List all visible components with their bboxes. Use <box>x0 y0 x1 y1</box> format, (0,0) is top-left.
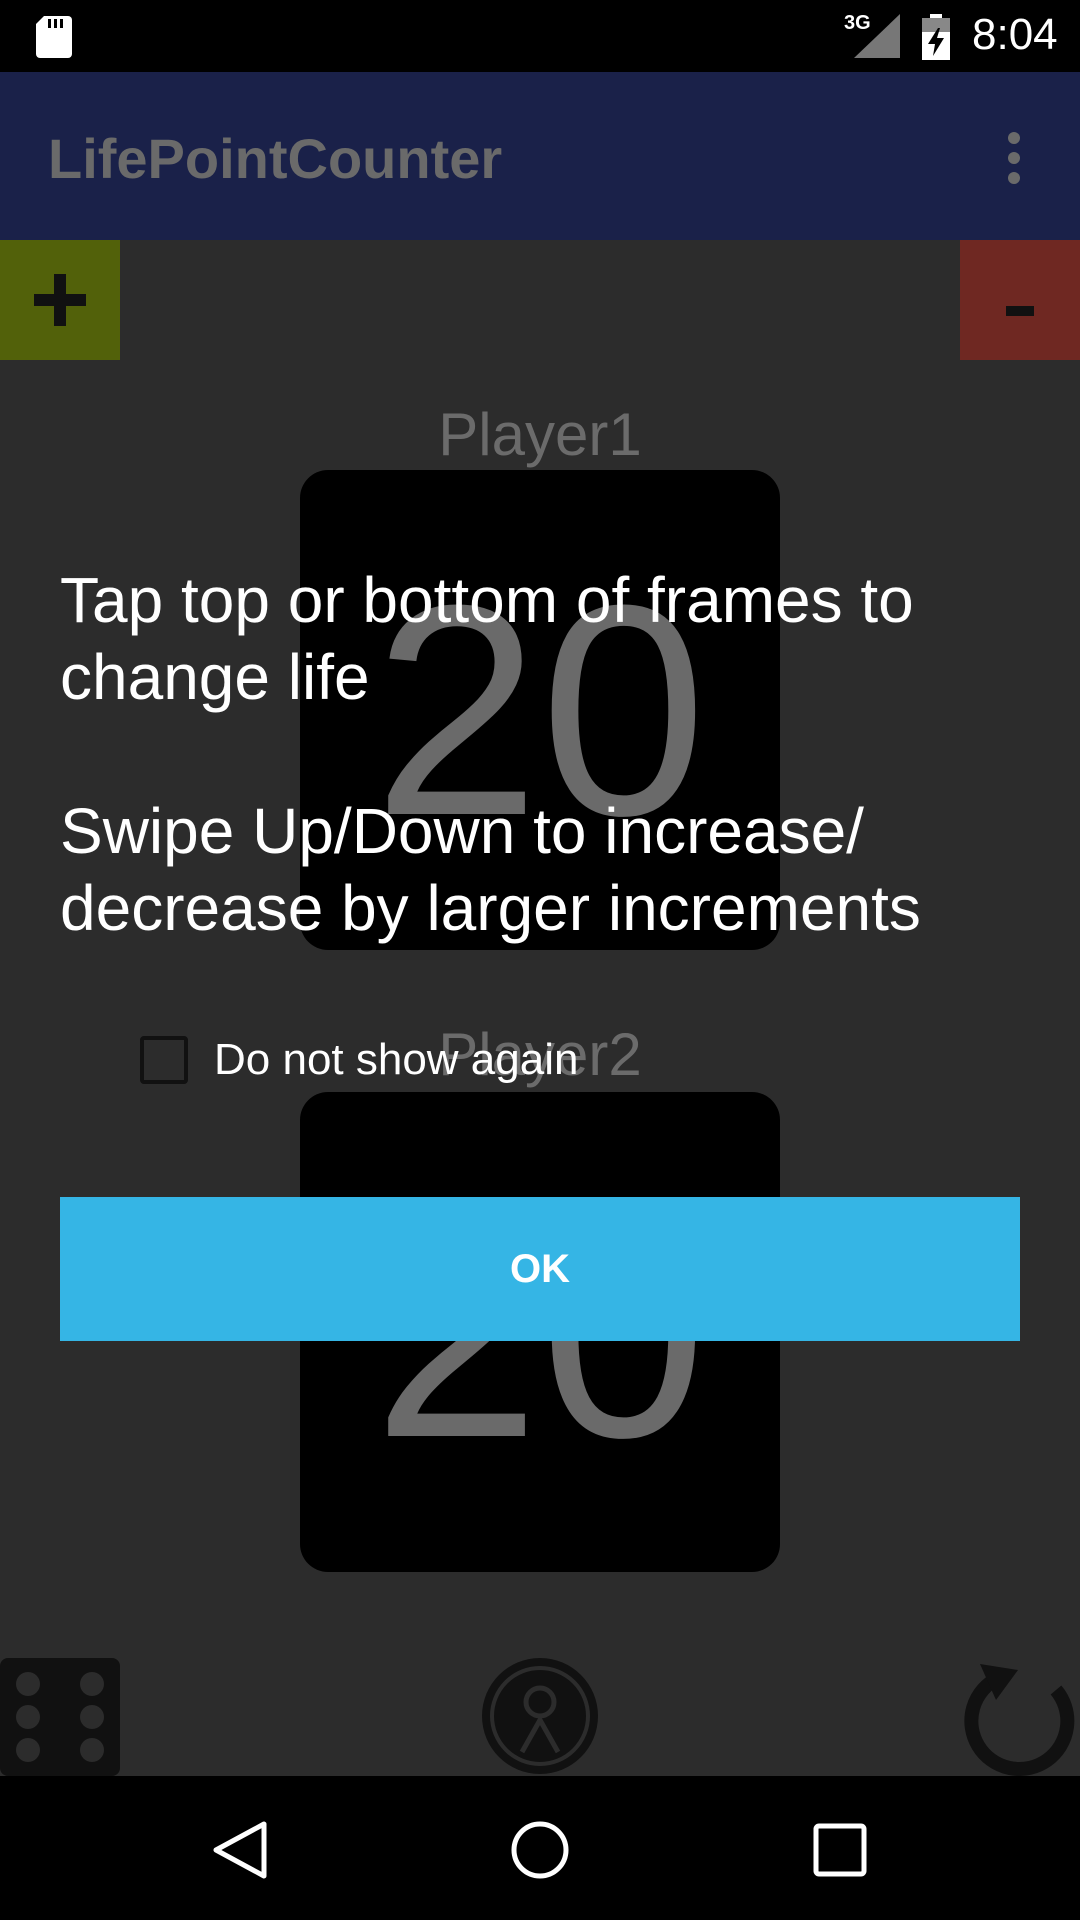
do-not-show-again-label: Do not show again <box>214 1035 579 1084</box>
overflow-menu-icon[interactable] <box>1000 128 1028 188</box>
navigation-bar <box>0 1776 1080 1920</box>
do-not-show-again-row[interactable]: Do not show again <box>140 1030 578 1090</box>
dialog-line-tap: Tap top or bottom of frames to change li… <box>60 564 914 713</box>
app-title: LifePointCounter <box>48 127 503 190</box>
dialog-message: Tap top or bottom of frames to change li… <box>60 562 1020 947</box>
app-bar: LifePointCounter <box>0 72 1080 240</box>
battery-charging-icon <box>922 14 950 60</box>
dice-icon[interactable] <box>0 1658 120 1776</box>
dialog-line-swipe: Swipe Up/Down to increase/ decrease by l… <box>60 795 921 944</box>
ok-button[interactable]: OK <box>60 1197 1020 1341</box>
status-bar: 3G 8:04 <box>0 0 1080 72</box>
counter-area: Player1 20 Player2 20 <box>0 240 1080 1776</box>
sd-card-icon <box>36 16 72 58</box>
back-icon[interactable] <box>210 1820 270 1880</box>
do-not-show-again-checkbox[interactable] <box>140 1036 188 1084</box>
minus-icon <box>1006 306 1034 316</box>
plus-icon <box>34 274 86 326</box>
reset-icon[interactable] <box>960 1656 1080 1776</box>
clock: 8:04 <box>972 10 1058 59</box>
coin-icon[interactable] <box>480 1656 600 1776</box>
signal-icon <box>854 14 900 58</box>
minus-button[interactable] <box>960 240 1080 360</box>
recents-icon[interactable] <box>810 1820 870 1880</box>
player1-name: Player1 <box>438 401 642 468</box>
home-icon[interactable] <box>510 1820 570 1880</box>
plus-button[interactable] <box>0 240 120 360</box>
